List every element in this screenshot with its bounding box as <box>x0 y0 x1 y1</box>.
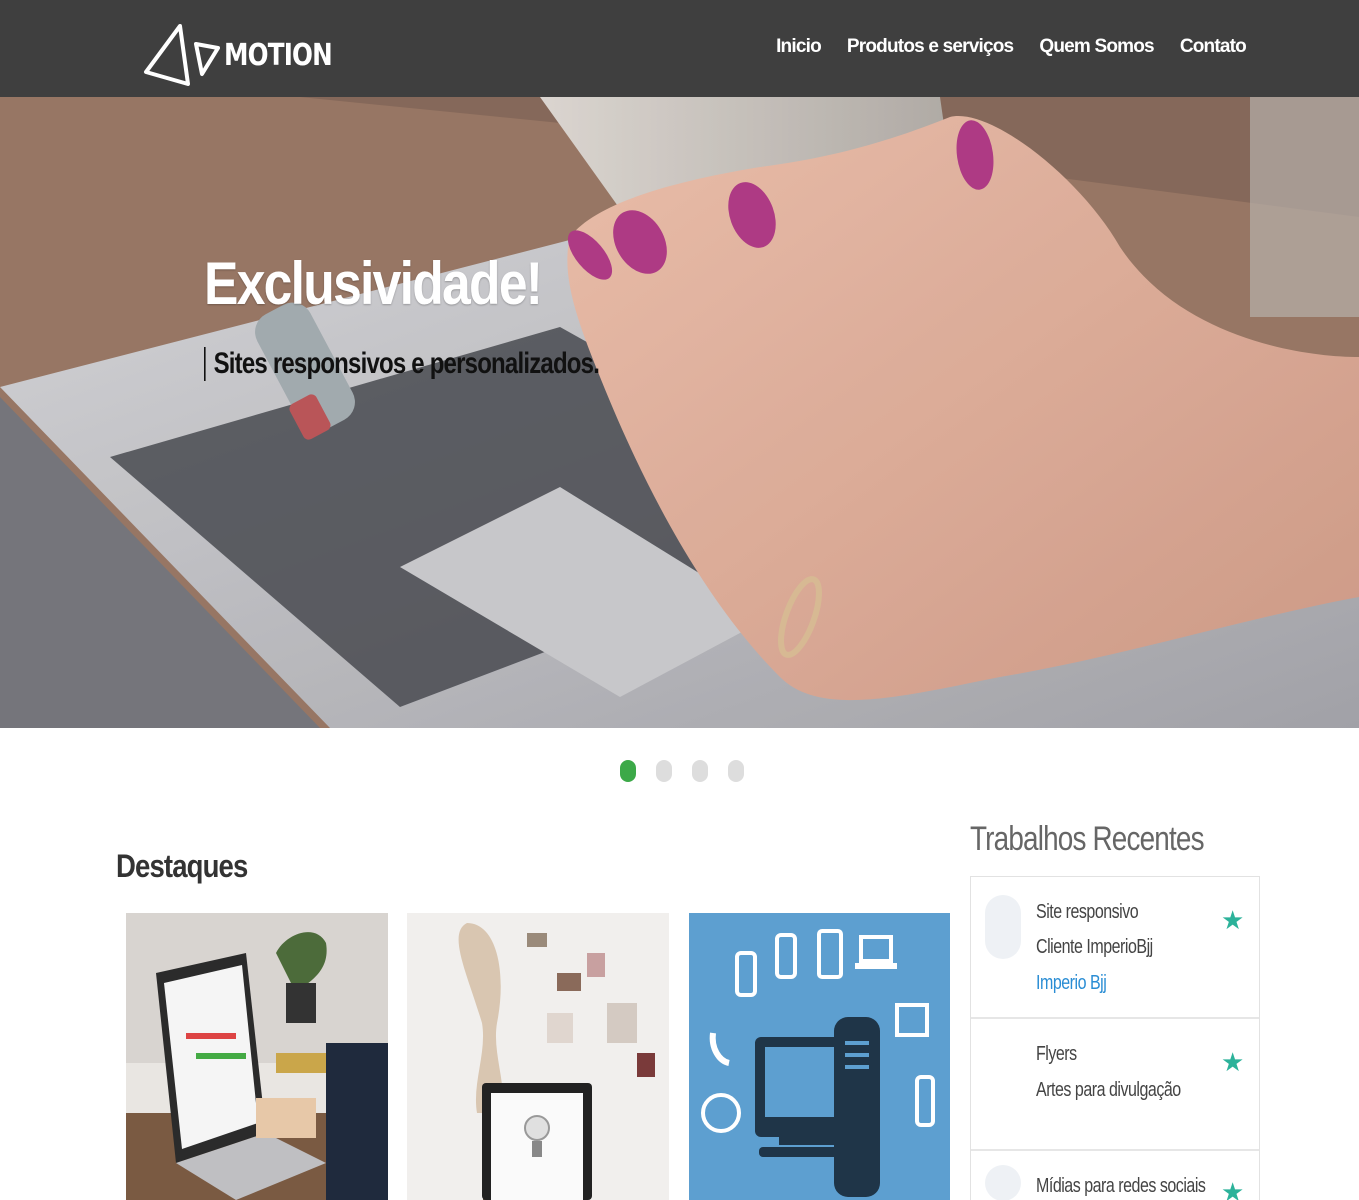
star-icon: ★ <box>1221 1047 1245 1077</box>
nav-link-contato[interactable]: Contato <box>1180 36 1247 58</box>
brand-logo[interactable]: MOTION <box>140 22 356 88</box>
recent-works-list: Site responsivo Cliente ImperioBjj Imper… <box>970 876 1260 1200</box>
recent-works-title: Trabalhos Recentes <box>970 820 1205 858</box>
nav-link-quem-somos[interactable]: Quem Somos <box>1039 36 1154 58</box>
highlight-card-2[interactable] <box>407 913 669 1200</box>
recent-item-thumbnail <box>985 1165 1021 1200</box>
hero-background-image <box>0 97 1359 728</box>
recent-item-title: Flyers <box>1036 1043 1077 1065</box>
recent-item-description: Artes para divulgação <box>1036 1079 1181 1101</box>
star-icon: ★ <box>1221 1177 1245 1200</box>
hero-subtitle: Sites responsivos e personalizados. <box>204 347 600 381</box>
logo-triangles-icon <box>144 24 220 86</box>
highlight-card-3[interactable] <box>689 913 950 1200</box>
design-studio-image <box>407 913 669 1200</box>
recent-item-thumbnail <box>985 895 1021 959</box>
brand-name: MOTION <box>224 37 333 73</box>
hero-carousel[interactable]: Exclusividade! Sites responsivos e perso… <box>0 97 1359 728</box>
devices-illustration-image <box>689 913 950 1200</box>
carousel-dot-3[interactable] <box>692 760 708 782</box>
carousel-dot-4[interactable] <box>728 760 744 782</box>
recent-item-link[interactable]: Imperio Bjj <box>1036 972 1107 995</box>
star-icon: ★ <box>1221 905 1245 935</box>
highlight-card-1[interactable] <box>126 913 388 1200</box>
recent-item-title: Site responsivo <box>1036 901 1139 923</box>
laptop-desk-image <box>126 913 388 1200</box>
recent-item-1[interactable]: Site responsivo Cliente ImperioBjj Imper… <box>971 877 1259 1019</box>
carousel-indicators <box>620 760 744 782</box>
nav-link-inicio[interactable]: Inicio <box>776 36 822 58</box>
hero-title: Exclusividade! <box>204 250 543 317</box>
recent-item-3[interactable]: Mídias para redes sociais ★ <box>971 1151 1259 1200</box>
recent-item-2[interactable]: Flyers Artes para divulgação ★ <box>971 1019 1259 1151</box>
main-nav: Inicio Produtos e serviços Quem Somos Co… <box>776 36 1247 58</box>
carousel-dot-1[interactable] <box>620 760 636 782</box>
recent-item-title: Mídias para redes sociais <box>1036 1175 1206 1197</box>
navbar: MOTION Inicio Produtos e serviços Quem S… <box>0 0 1359 97</box>
carousel-dot-2[interactable] <box>656 760 672 782</box>
recent-item-description: Cliente ImperioBjj <box>1036 936 1153 958</box>
nav-link-produtos[interactable]: Produtos e serviços <box>847 36 1014 58</box>
highlights-title: Destaques <box>116 848 248 884</box>
